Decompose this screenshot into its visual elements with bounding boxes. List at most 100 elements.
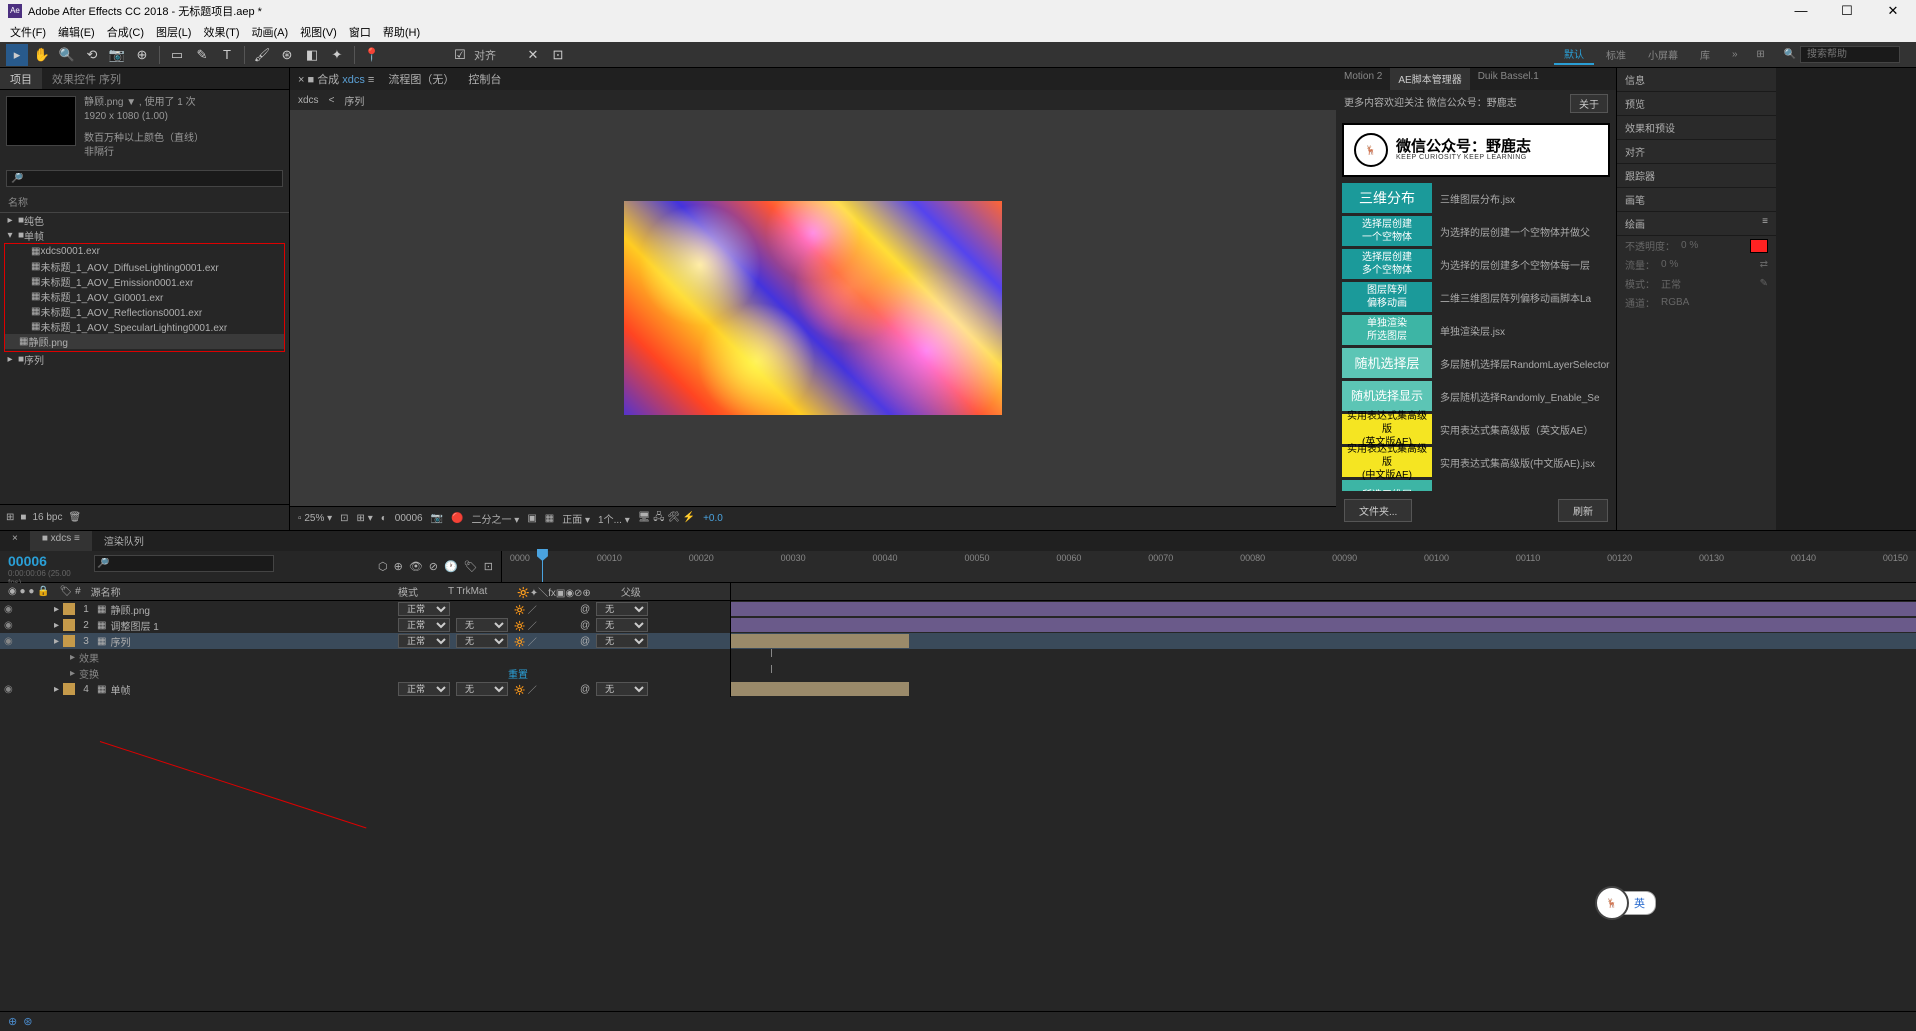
script-button[interactable]: 选择层创建 一个空物体 (1342, 216, 1432, 246)
menu-file[interactable]: 文件(F) (4, 22, 52, 42)
layer-track[interactable] (730, 681, 1916, 697)
scripts-tab-duik[interactable]: Duik Bassel.1 (1470, 68, 1547, 90)
zoom-tool[interactable]: 🔍 (56, 44, 78, 66)
timeline-tab-comp[interactable]: ■ xdcs ≡ (30, 531, 92, 551)
delete-icon[interactable]: 🗑 (68, 512, 81, 523)
layer-effects-group[interactable]: 效果 (79, 650, 99, 665)
tl-icon-6[interactable]: 🏷 (464, 560, 478, 573)
script-button[interactable]: 随机选择层 (1342, 348, 1432, 378)
panel-info[interactable]: 信息 (1617, 68, 1776, 92)
eraser-tool[interactable]: ◧ (301, 44, 323, 66)
blend-mode-select[interactable]: 正常 (398, 618, 450, 632)
status-icon-1[interactable]: ⊕ (8, 1015, 17, 1028)
about-button[interactable]: 关于 (1570, 94, 1608, 113)
script-list[interactable]: 三维分布三维图层分布.jsx选择层创建 一个空物体为选择的层创建一个空物体并做父… (1336, 183, 1616, 491)
panel-paint[interactable]: 绘画≡ (1617, 212, 1776, 236)
tl-icon-3[interactable]: 👁 (409, 560, 423, 573)
parent-select[interactable]: 无 (596, 602, 648, 616)
menu-edit[interactable]: 编辑(E) (52, 22, 101, 42)
scripts-tab-motion2[interactable]: Motion 2 (1336, 68, 1390, 90)
parent-pickwhip-icon[interactable]: @ (580, 684, 590, 695)
paint-opts-icon[interactable]: ✎ (1760, 278, 1768, 289)
blend-mode-select[interactable]: 正常 (398, 602, 450, 616)
scripts-tab-manager[interactable]: AE脚本管理器 (1390, 68, 1469, 90)
panel-preview[interactable]: 预览 (1617, 92, 1776, 116)
res-icon[interactable]: ⊡ (340, 513, 348, 524)
comp-name-link[interactable]: xdcs (342, 74, 365, 86)
workspace-standard[interactable]: 标准 (1596, 45, 1636, 64)
refresh-button[interactable]: 刷新 (1558, 499, 1608, 522)
selection-tool[interactable]: ▸ (6, 44, 28, 66)
timeline-search[interactable] (94, 555, 274, 572)
trkmat-select[interactable]: 无 (456, 634, 508, 648)
time-ruler[interactable]: 0000000100002000030000400005000060000700… (501, 551, 1916, 582)
sub-xdcs[interactable]: xdcs (298, 95, 319, 106)
exposure[interactable]: +0.0 (703, 513, 723, 524)
playhead[interactable] (542, 551, 543, 582)
tool-extra-1[interactable]: ✕ (522, 44, 544, 66)
composition-viewer[interactable] (290, 110, 1336, 506)
layer-color[interactable] (63, 635, 75, 647)
view-dropdown[interactable]: 正面 ▾ (562, 511, 590, 526)
paint-color-swatch[interactable] (1750, 239, 1768, 253)
console-tab[interactable]: 控制台 (468, 71, 501, 87)
tool-extra-2[interactable]: ⊡ (547, 44, 569, 66)
menu-comp[interactable]: 合成(C) (101, 22, 150, 42)
region-icon[interactable]: ▣ (527, 513, 536, 524)
workspace-reset-icon[interactable]: ⊞ (1750, 44, 1772, 66)
layer-name[interactable]: 序列 (110, 634, 130, 649)
ime-indicator[interactable]: 🦌 英 (1595, 886, 1656, 920)
minimize-button[interactable]: — (1778, 0, 1824, 22)
panel-tracker[interactable]: 跟踪器 (1617, 164, 1776, 188)
camera-count[interactable]: 1个... ▾ (598, 511, 630, 526)
tl-icon-7[interactable]: ⊡ (484, 560, 493, 573)
zoom-dropdown[interactable]: ▫ 25% ▾ (298, 513, 332, 524)
parent-select[interactable]: 无 (596, 634, 648, 648)
parent-pickwhip-icon[interactable]: @ (580, 604, 590, 615)
panel-align[interactable]: 对齐 (1617, 140, 1776, 164)
frame-display[interactable]: 00006 (395, 513, 423, 524)
layer-name[interactable]: 调整图层 1 (110, 618, 158, 633)
channel-icon[interactable]: 🔴 (451, 513, 463, 524)
layer-list[interactable]: ◉▸1▦静顾.png正常🔆 ／@无◉▸2▦调整图层 1正常无🔆 ／@无◉▸3▦序… (0, 601, 1916, 1030)
search-help-input[interactable] (1800, 46, 1900, 63)
mask-icon[interactable]: ◐ (381, 513, 387, 524)
layer-name[interactable]: 单帧 (110, 682, 130, 697)
tl-icon-5[interactable]: 🕐 (444, 560, 458, 573)
panel-menu-icon[interactable]: ≡ (1762, 216, 1768, 231)
layer-transform-group[interactable]: 变换 (79, 666, 99, 681)
view-opts[interactable]: 🖥 🖧 🛠 ⚡ (638, 510, 695, 527)
timeline-close-icon[interactable]: × (0, 531, 30, 551)
script-button[interactable]: 所选三维层 (1342, 480, 1432, 491)
transparency-icon[interactable]: ▦ (545, 513, 554, 524)
hand-tool[interactable]: ✋ (31, 44, 53, 66)
panel-brush[interactable]: 画笔 (1617, 188, 1776, 212)
project-search[interactable] (6, 170, 283, 187)
trkmat-select[interactable]: 无 (456, 618, 508, 632)
menu-view[interactable]: 视图(V) (294, 22, 343, 42)
effect-controls-tab[interactable]: 效果控件 序列 (42, 68, 131, 89)
layer-name[interactable]: 静顾.png (110, 602, 149, 617)
menu-anim[interactable]: 动画(A) (246, 22, 295, 42)
menu-layer[interactable]: 图层(L) (150, 22, 197, 42)
swap-colors-icon[interactable]: ⇄ (1760, 259, 1768, 270)
camera-tool[interactable]: 📷 (106, 44, 128, 66)
workspace-lib[interactable]: 库 (1690, 45, 1720, 64)
parent-pickwhip-icon[interactable]: @ (580, 620, 590, 631)
layer-color[interactable] (63, 619, 75, 631)
timeline-tab-render[interactable]: 渲染队列 (92, 531, 156, 551)
resolution-dropdown[interactable]: 二分之一 ▾ (472, 511, 520, 526)
visibility-toggle[interactable]: ◉ (4, 684, 16, 695)
channel-dropdown[interactable]: RGBA (1661, 297, 1689, 308)
interpret-icon[interactable]: ⊞ (6, 512, 14, 523)
pan-behind-tool[interactable]: ⊕ (131, 44, 153, 66)
project-tab[interactable]: 项目 (0, 68, 42, 89)
visibility-toggle[interactable]: ◉ (4, 636, 16, 647)
menu-window[interactable]: 窗口 (343, 22, 377, 42)
layer-track[interactable] (730, 633, 1916, 649)
blend-mode-select[interactable]: 正常 (398, 634, 450, 648)
parent-select[interactable]: 无 (596, 618, 648, 632)
layer-track[interactable] (730, 601, 1916, 617)
parent-pickwhip-icon[interactable]: @ (580, 636, 590, 647)
tl-icon-4[interactable]: ⊘ (429, 560, 438, 573)
